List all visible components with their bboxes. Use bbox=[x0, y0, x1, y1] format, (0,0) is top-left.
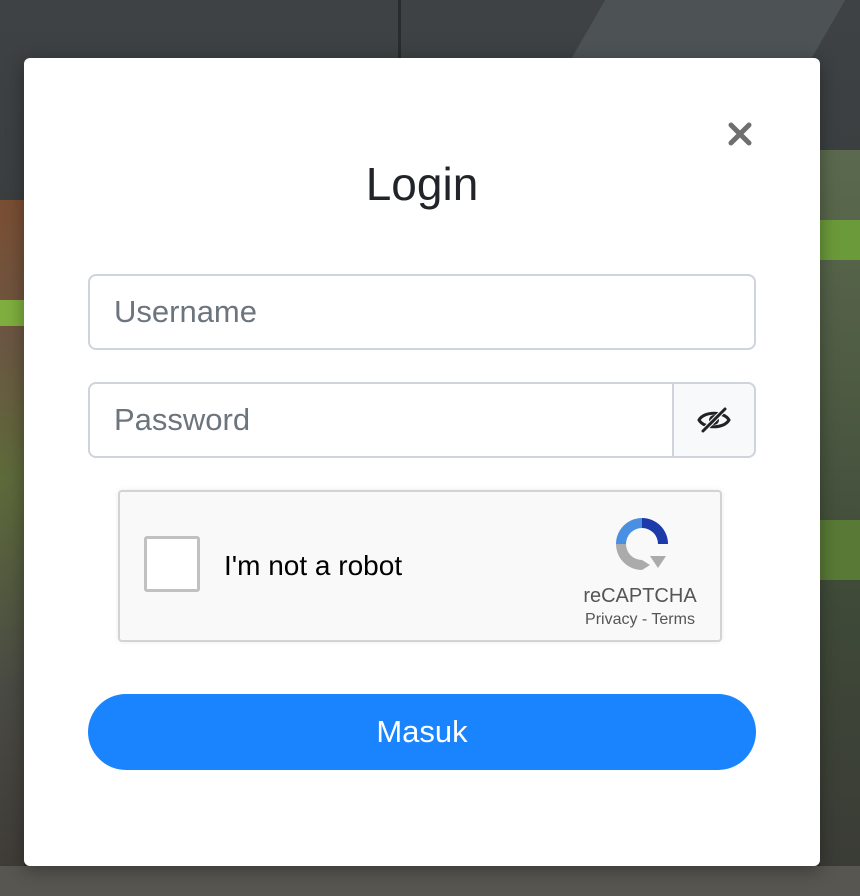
background-ground bbox=[0, 866, 860, 896]
modal-title: Login bbox=[365, 158, 479, 210]
background-accent-right-lower bbox=[820, 520, 860, 580]
close-button[interactable] bbox=[724, 118, 756, 150]
recaptcha-checkbox[interactable] bbox=[144, 536, 200, 592]
recaptcha-brand: reCAPTCHA bbox=[583, 585, 697, 607]
password-input[interactable] bbox=[88, 382, 674, 458]
background-accent-left bbox=[0, 300, 24, 326]
background-pole bbox=[398, 0, 401, 60]
recaptcha-links-separator: - bbox=[641, 611, 648, 628]
recaptcha-widget: I'm not a robot reCAPTCHA Privacy - Term… bbox=[118, 490, 722, 642]
recaptcha-privacy-link[interactable]: Privacy bbox=[585, 611, 637, 628]
eye-slash-icon bbox=[697, 407, 731, 433]
recaptcha-label: I'm not a robot bbox=[224, 550, 403, 581]
recaptcha-logo-icon bbox=[616, 518, 668, 570]
username-input[interactable] bbox=[88, 274, 756, 350]
password-toggle-button[interactable] bbox=[672, 382, 756, 458]
close-icon bbox=[728, 122, 752, 146]
login-modal: Login I'm not a robot reCAPTCHA Privacy … bbox=[24, 58, 820, 866]
recaptcha-terms-link[interactable]: Terms bbox=[651, 611, 695, 628]
background-accent-right bbox=[820, 220, 860, 260]
recaptcha-links: Privacy - Terms bbox=[540, 610, 740, 630]
login-submit-button[interactable]: Masuk bbox=[88, 694, 756, 770]
